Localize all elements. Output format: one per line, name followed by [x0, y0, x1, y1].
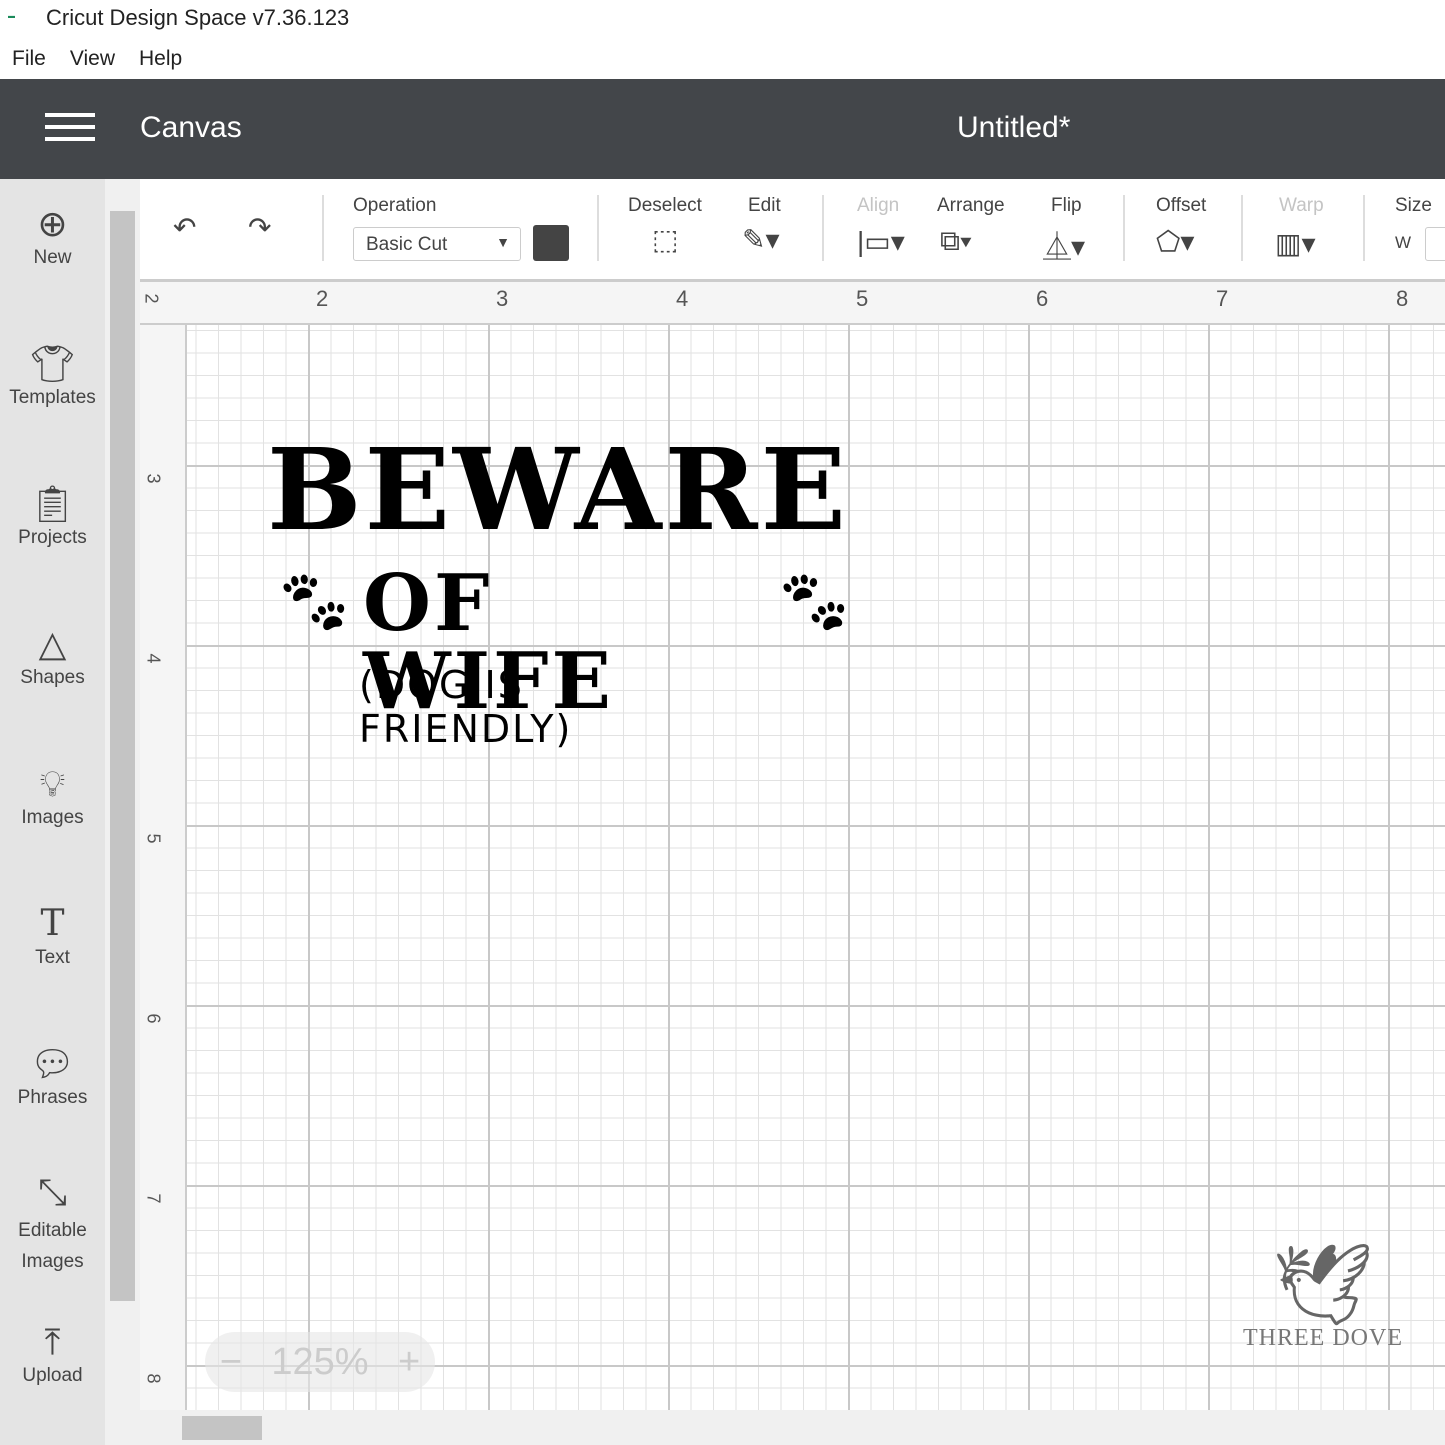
- scroll-thumb[interactable]: [182, 1416, 262, 1440]
- size-label: Size: [1395, 195, 1432, 216]
- width-label: W: [1395, 233, 1412, 252]
- paw-print-icon: 🐾︎: [273, 566, 355, 638]
- text-dog-is-friendly[interactable]: (DOG IS FRIENDLY): [359, 663, 572, 751]
- text-icon: T: [40, 903, 65, 944]
- shirt-icon: 👕︎: [29, 343, 76, 384]
- title-bar: ▬ Cricut Design Space v7.36.123: [0, 0, 1445, 36]
- align-icon[interactable]: |▭▾: [857, 225, 905, 258]
- menu-view[interactable]: View: [70, 47, 115, 71]
- offset-label: Offset: [1156, 195, 1207, 216]
- editable-image-icon: ⤡: [38, 1171, 67, 1212]
- horizontal-ruler: 2 2 3 4 5 6 7 8: [140, 279, 1445, 325]
- watermark: 🕊︎ THREE DOVE: [1238, 1245, 1408, 1352]
- deselect-label: Deselect: [628, 195, 702, 216]
- offset-icon[interactable]: ⬠▾: [1156, 225, 1194, 258]
- warp-icon[interactable]: ▥▾: [1275, 227, 1316, 260]
- arrange-icon[interactable]: ⧉▾: [940, 225, 972, 258]
- dove-logo-icon: 🕊︎: [1272, 1240, 1374, 1329]
- section-title: Canvas: [140, 111, 242, 144]
- sidebar-item-templates[interactable]: 👕︎ Templates: [0, 341, 105, 409]
- sidebar: ⊕ New 👕︎ Templates 📋︎ Projects △ Shapes 💡︎ Im…: [0, 179, 105, 1445]
- warp-label: Warp: [1279, 195, 1324, 216]
- zoom-control: − 125% +: [205, 1332, 435, 1392]
- redo-icon[interactable]: ↷: [248, 211, 271, 244]
- sidebar-item-projects[interactable]: 📋︎ Projects: [0, 481, 105, 549]
- shapes-icon: △: [38, 623, 67, 664]
- upload-icon: ⤒: [44, 1321, 61, 1362]
- sidebar-item-images[interactable]: 💡︎ Images: [0, 761, 105, 829]
- vertical-ruler: 3 4 5 6 7 8: [140, 325, 187, 1410]
- menu-bar: File View Help: [0, 40, 194, 78]
- operation-select[interactable]: Basic Cut ▼: [353, 227, 521, 261]
- sidebar-item-text[interactable]: T Text: [0, 901, 105, 969]
- flip-label: Flip: [1051, 195, 1082, 216]
- vertical-scrollbar[interactable]: [105, 179, 140, 1445]
- sidebar-item-new[interactable]: ⊕ New: [0, 201, 105, 269]
- operation-label: Operation: [353, 195, 437, 216]
- undo-icon[interactable]: ↶: [173, 211, 196, 244]
- hamburger-menu-icon[interactable]: [45, 113, 95, 143]
- flip-icon[interactable]: ⏅▾: [1043, 225, 1085, 265]
- app-logo: ▬: [8, 13, 15, 20]
- arrange-label: Arrange: [937, 195, 1005, 216]
- zoom-in-button[interactable]: +: [398, 1341, 420, 1384]
- sidebar-item-editable-images[interactable]: ⤡ Editable Images: [0, 1169, 105, 1277]
- zoom-out-button[interactable]: −: [220, 1341, 242, 1384]
- window-title: Cricut Design Space v7.36.123: [46, 5, 350, 30]
- horizontal-scrollbar[interactable]: [140, 1410, 1445, 1445]
- sidebar-item-upload[interactable]: ⤒ Upload: [0, 1319, 105, 1387]
- width-input[interactable]: [1425, 227, 1445, 261]
- edit-label: Edit: [748, 195, 781, 216]
- color-swatch[interactable]: [533, 225, 569, 261]
- edit-pencil-icon[interactable]: ✎▾: [742, 223, 780, 256]
- deselect-icon[interactable]: ⬚: [652, 223, 678, 256]
- clipboard-icon: 📋︎: [29, 483, 76, 524]
- toolbar: ↶ ↷ Operation Basic Cut ▼ Deselect ⬚ Edit…: [140, 179, 1445, 279]
- document-title: Untitled*: [957, 111, 1071, 144]
- app-header: Canvas Untitled*: [0, 79, 1445, 179]
- zoom-level: 125%: [271, 1340, 369, 1383]
- plus-circle-icon: ⊕: [37, 203, 68, 244]
- sidebar-item-phrases[interactable]: 💬︎ Phrases: [0, 1041, 105, 1109]
- speech-bubble-icon: 💬︎: [29, 1043, 76, 1084]
- text-beware[interactable]: BEWARE: [267, 435, 849, 547]
- align-label: Align: [857, 195, 900, 216]
- menu-help[interactable]: Help: [139, 47, 182, 71]
- scroll-thumb[interactable]: [110, 211, 135, 1301]
- chevron-down-icon: ▼: [496, 234, 510, 250]
- paw-print-icon: 🐾︎: [773, 566, 855, 638]
- menu-file[interactable]: File: [12, 47, 46, 71]
- sidebar-item-shapes[interactable]: △ Shapes: [0, 621, 105, 689]
- lightbulb-icon: 💡︎: [39, 763, 66, 804]
